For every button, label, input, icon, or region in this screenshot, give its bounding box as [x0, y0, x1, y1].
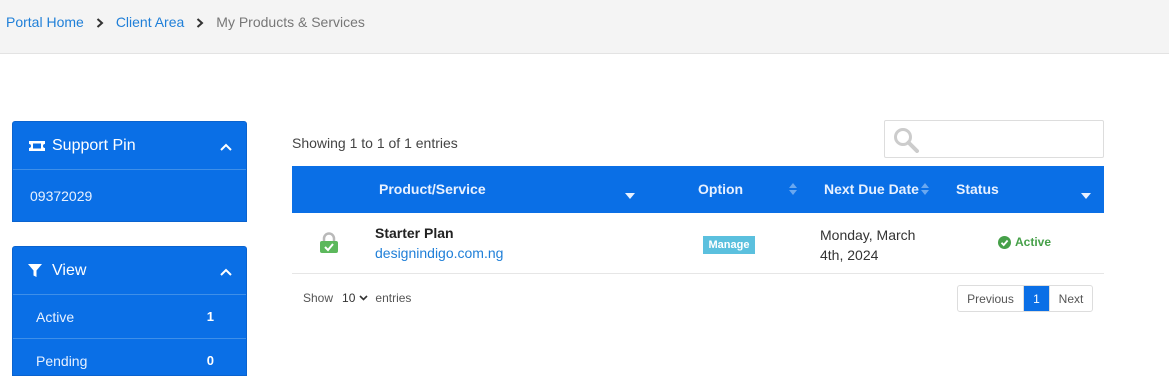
sort-desc-icon[interactable] — [1081, 186, 1091, 202]
entries-label: entries — [375, 291, 412, 305]
chevron-down-icon — [359, 295, 368, 301]
page-length-value: 10 — [342, 291, 356, 305]
search-icon — [894, 128, 919, 153]
view-item-pending[interactable]: Pending 0 — [13, 339, 246, 375]
sort-both-icon[interactable] — [921, 182, 929, 198]
pagination-next[interactable]: Next — [1049, 286, 1092, 311]
view-item-label: Active — [36, 308, 75, 325]
product-name: Starter Plan — [375, 225, 454, 241]
breadcrumb: Portal Home Client Area My Products & Se… — [6, 14, 365, 30]
due-date-line: Monday, March — [820, 227, 916, 243]
status-badge: Active — [998, 235, 1051, 249]
check-circle-icon — [998, 235, 1011, 249]
support-pin-value: 09372029 — [30, 187, 93, 204]
chevron-up-icon[interactable] — [220, 138, 232, 156]
search-input[interactable] — [884, 120, 1104, 158]
table-header: Product/Service Option Next Due Date Sta… — [292, 166, 1104, 213]
view-title: View — [52, 261, 87, 279]
breadcrumb-portal-home[interactable]: Portal Home — [6, 14, 84, 30]
support-pin-header[interactable]: Support Pin — [13, 122, 246, 170]
breadcrumb-client-area[interactable]: Client Area — [116, 14, 184, 30]
pagination: Previous 1 Next — [957, 285, 1093, 312]
view-item-label: Pending — [36, 352, 88, 369]
view-item-count: 1 — [206, 309, 214, 324]
due-date-line: 4th, 2024 — [820, 247, 879, 263]
sort-desc-icon[interactable] — [625, 186, 635, 202]
pagination-page-1[interactable]: 1 — [1024, 286, 1049, 311]
view-panel: View Active 1 Pending 0 — [12, 246, 247, 376]
table-info: Showing 1 to 1 of 1 entries — [292, 135, 458, 151]
support-pin-title: Support Pin — [52, 136, 136, 154]
pagination-previous[interactable]: Previous — [958, 286, 1024, 311]
support-pin-panel: Support Pin 09372029 — [12, 121, 247, 222]
ticket-icon — [28, 138, 46, 154]
sort-both-icon[interactable] — [789, 182, 797, 198]
column-product-service[interactable]: Product/Service — [379, 181, 486, 197]
table-row[interactable]: Starter Plan designindigo.com.ng Manage … — [292, 213, 1104, 274]
view-header[interactable]: View — [13, 247, 246, 295]
breadcrumb-current: My Products & Services — [216, 14, 365, 30]
view-item-active[interactable]: Active 1 — [13, 295, 246, 339]
product-domain-link[interactable]: designindigo.com.ng — [375, 245, 503, 261]
status-text: Active — [1015, 235, 1052, 249]
chevron-right-icon — [90, 15, 110, 29]
next-due-date: Monday, March 4th, 2024 — [820, 225, 940, 265]
view-item-count: 0 — [206, 353, 214, 368]
ssl-lock-icon — [319, 232, 339, 259]
show-label: Show — [303, 291, 334, 305]
filter-icon — [28, 263, 46, 279]
column-status[interactable]: Status — [956, 181, 999, 197]
page-length-control: Show 10 entries — [303, 291, 411, 305]
chevron-up-icon[interactable] — [220, 263, 232, 281]
breadcrumb-bar: Portal Home Client Area My Products & Se… — [0, 0, 1169, 54]
page-length-select[interactable]: 10 — [342, 291, 368, 305]
column-option[interactable]: Option — [698, 181, 743, 197]
chevron-right-icon — [190, 15, 210, 29]
column-next-due-date[interactable]: Next Due Date — [824, 181, 919, 197]
manage-button[interactable]: Manage — [703, 236, 755, 254]
